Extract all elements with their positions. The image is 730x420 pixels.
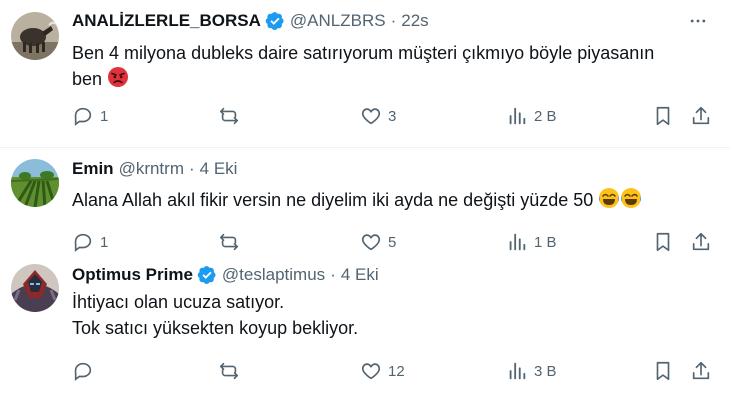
avatar[interactable] bbox=[11, 12, 59, 60]
like-button[interactable]: 3 bbox=[360, 104, 396, 128]
author-name[interactable]: ANALİZLERLE_BORSA bbox=[72, 11, 261, 31]
separator-dot: · bbox=[390, 11, 397, 30]
tweet-header: Optimus Prime @teslaptimus · 4 Eki bbox=[72, 264, 379, 286]
views-button[interactable]: 1 B bbox=[506, 230, 557, 254]
reply-icon bbox=[74, 362, 92, 381]
like-button[interactable]: 5 bbox=[360, 230, 396, 254]
bookmark-icon bbox=[656, 106, 670, 126]
verified-badge-icon bbox=[265, 11, 285, 31]
views-icon bbox=[509, 362, 526, 380]
verified-badge-icon bbox=[197, 265, 217, 285]
repost-icon bbox=[219, 362, 239, 380]
tweet-1[interactable]: ANALİZLERLE_BORSA @ANLZBRS · 22s Ben 4 m… bbox=[0, 0, 730, 147]
tweet-text: Ben 4 milyona dubleks daire satırıyorum … bbox=[72, 40, 654, 95]
like-button[interactable]: 12 bbox=[360, 359, 405, 383]
author-handle[interactable]: @teslaptimus bbox=[222, 265, 325, 285]
views-icon bbox=[509, 233, 526, 251]
reply-count: 1 bbox=[100, 233, 109, 251]
views-button[interactable]: 2 B bbox=[506, 104, 557, 128]
views-button[interactable]: 3 B bbox=[506, 359, 557, 383]
like-count: 12 bbox=[388, 362, 405, 380]
tweet-actions: 1 5 1 B bbox=[72, 230, 722, 254]
reply-button[interactable] bbox=[72, 359, 100, 383]
tweet-text: İhtiyacı olan ucuza satıyor. Tok satıcı … bbox=[72, 289, 358, 341]
tweet-2[interactable]: Emin @krntrm · 4 Eki Alana Allah akıl fi… bbox=[0, 148, 730, 257]
tweet-text-line: Tok satıcı yüksekten koyup bekliyor. bbox=[72, 318, 359, 338]
repost-icon bbox=[219, 107, 239, 125]
bookmark-icon bbox=[656, 361, 670, 381]
tweet-text-line: Alana Allah akıl fikir versin ne diyelim… bbox=[72, 190, 594, 210]
like-count: 5 bbox=[388, 233, 397, 251]
like-icon bbox=[361, 234, 381, 251]
author-handle[interactable]: @ANLZBRS bbox=[290, 11, 386, 31]
repost-button[interactable] bbox=[218, 104, 246, 128]
bookmark-button[interactable] bbox=[652, 359, 674, 383]
bookmark-button[interactable] bbox=[652, 104, 674, 128]
reply-icon bbox=[74, 107, 92, 126]
reply-icon bbox=[74, 233, 92, 252]
tweet-text-line: Ben 4 milyona dubleks daire satırıyorum … bbox=[72, 43, 655, 63]
bookmark-button[interactable] bbox=[652, 230, 674, 254]
views-icon bbox=[509, 107, 526, 125]
views-count: 3 B bbox=[534, 362, 557, 380]
repost-icon bbox=[219, 233, 239, 251]
avatar[interactable] bbox=[11, 159, 59, 207]
separator-dot: · bbox=[188, 159, 195, 178]
tweet-actions: 1 3 2 B bbox=[72, 104, 722, 128]
tweet-text-line-2: ben bbox=[72, 66, 654, 95]
like-count: 3 bbox=[388, 107, 397, 125]
tweet-3[interactable]: Optimus Prime @teslaptimus · 4 Eki İhtiy… bbox=[0, 257, 730, 420]
more-icon[interactable] bbox=[686, 10, 710, 32]
share-button[interactable] bbox=[690, 230, 712, 254]
timeline: ANALİZLERLE_BORSA @ANLZBRS · 22s Ben 4 m… bbox=[0, 0, 730, 420]
author-name[interactable]: Emin bbox=[72, 159, 114, 179]
share-icon bbox=[692, 361, 710, 380]
avatar[interactable] bbox=[11, 264, 59, 312]
share-button[interactable] bbox=[690, 359, 712, 383]
angry-face-emoji-icon bbox=[107, 66, 129, 95]
like-icon bbox=[361, 363, 381, 380]
views-count: 2 B bbox=[534, 107, 557, 125]
like-icon bbox=[361, 108, 381, 125]
author-handle[interactable]: @krntrm bbox=[119, 159, 184, 179]
separator-dot: · bbox=[330, 265, 336, 284]
tweet-text: Alana Allah akıl fikir versin ne diyelim… bbox=[72, 187, 642, 216]
repost-button[interactable] bbox=[218, 230, 246, 254]
tweet-text-line: ben bbox=[72, 69, 103, 89]
crying-laughing-face-emoji-icon bbox=[598, 187, 642, 216]
reply-button[interactable]: 1 bbox=[72, 104, 108, 128]
tweet-time[interactable]: 22s bbox=[401, 11, 428, 31]
tweet-header: ANALİZLERLE_BORSA @ANLZBRS · 22s bbox=[72, 10, 429, 32]
reply-button[interactable]: 1 bbox=[72, 230, 108, 254]
reply-count: 1 bbox=[100, 107, 109, 125]
views-count: 1 B bbox=[534, 233, 557, 251]
share-icon bbox=[692, 106, 710, 125]
tweet-time[interactable]: 4 Eki bbox=[200, 159, 238, 179]
share-button[interactable] bbox=[690, 104, 712, 128]
author-name[interactable]: Optimus Prime bbox=[72, 265, 193, 285]
bookmark-icon bbox=[656, 232, 670, 252]
repost-button[interactable] bbox=[218, 359, 246, 383]
tweet-time[interactable]: 4 Eki bbox=[341, 265, 379, 285]
share-icon bbox=[692, 232, 710, 251]
tweet-header: Emin @krntrm · 4 Eki bbox=[72, 158, 237, 180]
tweet-text-line: İhtiyacı olan ucuza satıyor. bbox=[72, 292, 285, 312]
tweet-actions: 12 3 B bbox=[72, 359, 722, 383]
